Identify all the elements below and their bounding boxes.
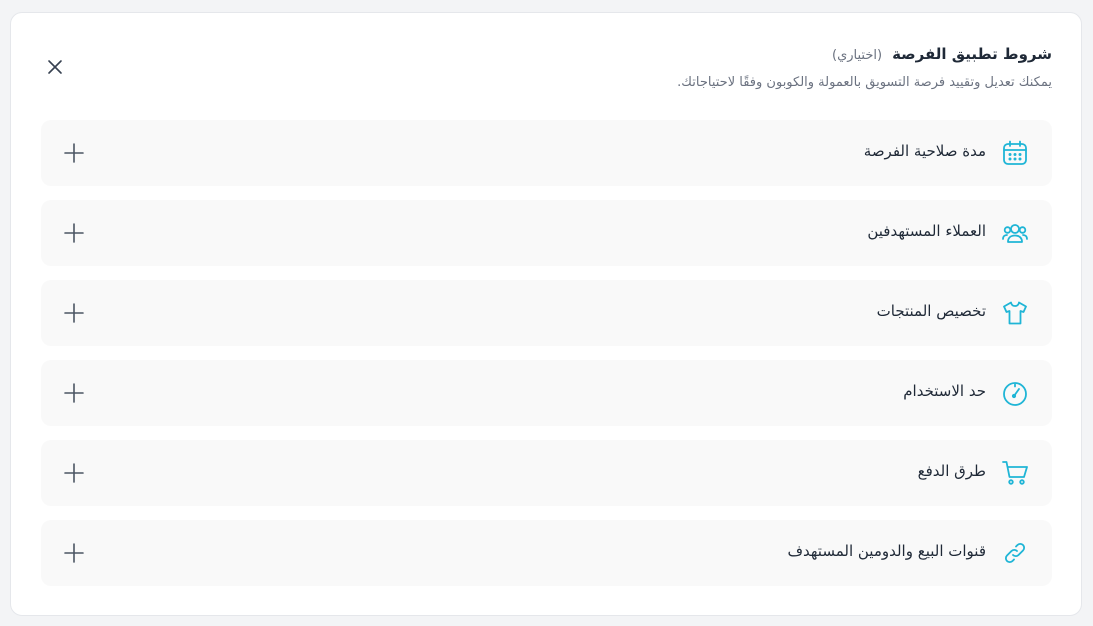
- expand-button[interactable]: [63, 302, 85, 324]
- link-icon: [1000, 538, 1030, 568]
- gauge-icon: [1000, 378, 1030, 408]
- expand-button[interactable]: [63, 142, 85, 164]
- plus-icon: [64, 543, 84, 563]
- condition-label: حد الاستخدام: [903, 382, 986, 400]
- condition-label: تخصيص المنتجات: [876, 302, 986, 320]
- condition-row-products[interactable]: تخصيص المنتجات: [41, 280, 1052, 346]
- condition-label: مدة صلاحية الفرصة: [863, 142, 986, 160]
- condition-row-payment-methods[interactable]: طرق الدفع: [41, 440, 1052, 506]
- expand-button[interactable]: [63, 542, 85, 564]
- plus-icon: [64, 463, 84, 483]
- title-row: شروط تطبيق الفرصة (اختياري): [832, 45, 1052, 63]
- condition-row-target-customers[interactable]: العملاء المستهدفين: [41, 200, 1052, 266]
- card-subtitle: يمكنك تعديل وتقييد فرصة التسويق بالعمولة…: [677, 75, 1052, 90]
- expand-button[interactable]: [63, 382, 85, 404]
- tshirt-icon: [1000, 298, 1030, 328]
- card-header: شروط تطبيق الفرصة (اختياري) يمكنك تعديل …: [11, 13, 1081, 113]
- cart-icon: [1000, 458, 1030, 488]
- plus-icon: [64, 383, 84, 403]
- plus-icon: [64, 223, 84, 243]
- condition-row-usage-limit[interactable]: حد الاستخدام: [41, 360, 1052, 426]
- calendar-icon: [1000, 138, 1030, 168]
- conditions-card: شروط تطبيق الفرصة (اختياري) يمكنك تعديل …: [10, 12, 1082, 616]
- condition-label: قنوات البيع والدومين المستهدف: [787, 542, 986, 560]
- expand-button[interactable]: [63, 222, 85, 244]
- plus-icon: [64, 143, 84, 163]
- users-icon: [1000, 218, 1030, 248]
- condition-row-sales-channels[interactable]: قنوات البيع والدومين المستهدف: [41, 520, 1052, 586]
- condition-label: العملاء المستهدفين: [867, 222, 986, 240]
- condition-label: طرق الدفع: [917, 462, 986, 480]
- expand-button[interactable]: [63, 462, 85, 484]
- card-title: شروط تطبيق الفرصة: [892, 45, 1052, 63]
- plus-icon: [64, 303, 84, 323]
- close-button[interactable]: [45, 57, 65, 77]
- optional-label: (اختياري): [832, 48, 883, 63]
- close-icon: [48, 60, 62, 74]
- condition-row-validity[interactable]: مدة صلاحية الفرصة: [41, 120, 1052, 186]
- conditions-list: مدة صلاحية الفرصة العملاء المستهدفين تخص…: [41, 120, 1052, 600]
